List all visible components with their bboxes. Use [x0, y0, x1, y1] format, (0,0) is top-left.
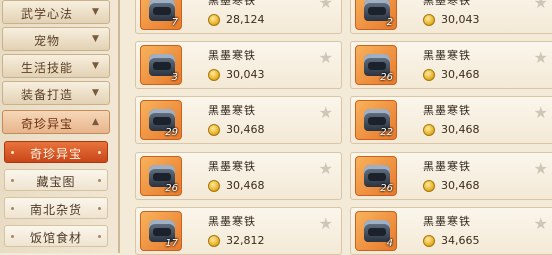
chevron-down-icon: ▼ — [92, 61, 100, 71]
category-wuxue-xinfa[interactable]: 武学心法 ▼ — [2, 0, 110, 24]
item-icon-frame: 2 — [355, 0, 397, 30]
chevron-down-icon: ▼ — [92, 34, 100, 44]
item-count: 3 — [171, 72, 178, 83]
coin-icon — [423, 69, 435, 81]
coin-icon — [423, 180, 435, 192]
item-count: 26 — [380, 183, 393, 194]
item-name: 黑墨寒铁 — [208, 0, 256, 7]
item-card[interactable]: 26 黑墨寒铁 30,468 ★ — [350, 152, 552, 200]
category-label: 装备打造 — [20, 88, 73, 102]
item-price: 30,468 — [226, 123, 265, 136]
category-rare-treasures[interactable]: 奇珍异宝 ▲ — [2, 110, 110, 134]
item-card[interactable]: 26 黑墨寒铁 30,468 ★ — [350, 41, 552, 89]
item-count: 7 — [171, 17, 178, 28]
favorite-star-icon[interactable]: ★ — [319, 0, 333, 12]
bullet-icon — [98, 179, 101, 182]
item-count: 29 — [165, 127, 178, 138]
item-count: 22 — [380, 127, 393, 138]
item-price: 30,043 — [441, 13, 480, 26]
item-card[interactable]: 22 黑墨寒铁 30,468 ★ — [350, 96, 552, 144]
item-count: 26 — [380, 72, 393, 83]
chevron-up-icon: ▲ — [92, 117, 100, 127]
item-count: 17 — [165, 238, 178, 249]
item-card[interactable]: 2 黑墨寒铁 30,043 ★ — [350, 0, 552, 34]
subcategory-label: 南北杂货 — [29, 203, 82, 217]
item-price: 32,812 — [226, 234, 265, 247]
item-icon-frame: 3 — [140, 45, 182, 85]
coin-icon — [208, 69, 220, 81]
coin-icon — [423, 124, 435, 136]
category-life-skills[interactable]: 生活技能 ▼ — [2, 54, 110, 78]
coin-icon — [423, 235, 435, 247]
item-icon-frame: 29 — [140, 100, 182, 140]
category-label: 奇珍异宝 — [20, 117, 73, 131]
item-icon-frame: 26 — [355, 156, 397, 196]
item-icon-frame: 7 — [140, 0, 182, 30]
coin-icon — [208, 235, 220, 247]
item-name: 黑墨寒铁 — [208, 49, 256, 62]
category-equipment-forging[interactable]: 装备打造 ▼ — [2, 81, 110, 105]
item-count: 2 — [386, 17, 393, 28]
item-card[interactable]: 29 黑墨寒铁 30,468 ★ — [135, 96, 342, 144]
bullet-icon — [98, 151, 101, 154]
favorite-star-icon[interactable]: ★ — [319, 214, 333, 233]
category-label: 宠物 — [33, 34, 60, 48]
item-price: 34,665 — [441, 234, 480, 247]
coin-icon — [208, 14, 220, 26]
item-name: 黑墨寒铁 — [423, 49, 471, 62]
category-label: 生活技能 — [20, 61, 73, 75]
item-icon-frame: 17 — [140, 211, 182, 251]
item-icon-frame: 26 — [355, 45, 397, 85]
subcategory-restaurant-ingredients[interactable]: 饭馆食材 — [4, 225, 108, 247]
category-pets[interactable]: 宠物 ▼ — [2, 27, 110, 51]
chevron-down-icon: ▼ — [92, 88, 100, 98]
favorite-star-icon[interactable]: ★ — [319, 103, 333, 122]
favorite-star-icon[interactable]: ★ — [319, 48, 333, 67]
item-price: 30,043 — [226, 68, 265, 81]
bullet-icon — [98, 235, 101, 238]
chevron-down-icon: ▼ — [92, 7, 100, 17]
item-price: 28,124 — [226, 13, 265, 26]
item-name: 黑墨寒铁 — [208, 215, 256, 228]
favorite-star-icon[interactable]: ★ — [319, 159, 333, 178]
item-card[interactable]: 17 黑墨寒铁 32,812 ★ — [135, 207, 342, 255]
coin-icon — [423, 14, 435, 26]
item-name: 黑墨寒铁 — [423, 215, 471, 228]
subcategory-rare-treasures[interactable]: 奇珍异宝 — [4, 141, 108, 163]
item-count: 26 — [165, 183, 178, 194]
item-name: 黑墨寒铁 — [208, 104, 256, 117]
coin-icon — [208, 124, 220, 136]
subcategory-label: 奇珍异宝 — [29, 147, 82, 161]
item-card[interactable]: 7 黑墨寒铁 28,124 ★ — [135, 0, 342, 34]
favorite-star-icon[interactable]: ★ — [534, 103, 548, 122]
subcategory-label: 饭馆食材 — [29, 231, 82, 245]
item-icon-frame: 22 — [355, 100, 397, 140]
item-card[interactable]: 3 黑墨寒铁 30,043 ★ — [135, 41, 342, 89]
favorite-star-icon[interactable]: ★ — [534, 48, 548, 67]
bullet-icon — [98, 207, 101, 210]
item-icon-frame: 4 — [355, 211, 397, 251]
item-price: 30,468 — [441, 123, 480, 136]
subcategory-treasure-map[interactable]: 藏宝图 — [4, 169, 108, 191]
item-price: 30,468 — [226, 179, 265, 192]
favorite-star-icon[interactable]: ★ — [534, 214, 548, 233]
item-count: 4 — [386, 238, 393, 249]
item-grid: 7 黑墨寒铁 28,124 ★ 2 黑墨寒铁 30,043 ★ 3 黑墨寒铁 3… — [120, 0, 552, 255]
item-name: 黑墨寒铁 — [423, 104, 471, 117]
item-name: 黑墨寒铁 — [208, 160, 256, 173]
item-price: 30,468 — [441, 68, 480, 81]
subcategory-label: 藏宝图 — [36, 175, 76, 189]
category-label: 武学心法 — [20, 7, 73, 21]
item-card[interactable]: 26 黑墨寒铁 30,468 ★ — [135, 152, 342, 200]
item-card[interactable]: 4 黑墨寒铁 34,665 ★ — [350, 207, 552, 255]
item-icon-frame: 26 — [140, 156, 182, 196]
coin-icon — [208, 180, 220, 192]
item-name: 黑墨寒铁 — [423, 0, 471, 7]
item-name: 黑墨寒铁 — [423, 160, 471, 173]
favorite-star-icon[interactable]: ★ — [534, 159, 548, 178]
subcategory-sundries[interactable]: 南北杂货 — [4, 197, 108, 219]
category-sidebar: 武学心法 ▼ 宠物 ▼ 生活技能 ▼ 装备打造 ▼ 奇珍异宝 ▲ 奇珍异宝 藏宝… — [0, 0, 120, 253]
favorite-star-icon[interactable]: ★ — [534, 0, 548, 12]
item-price: 30,468 — [441, 179, 480, 192]
